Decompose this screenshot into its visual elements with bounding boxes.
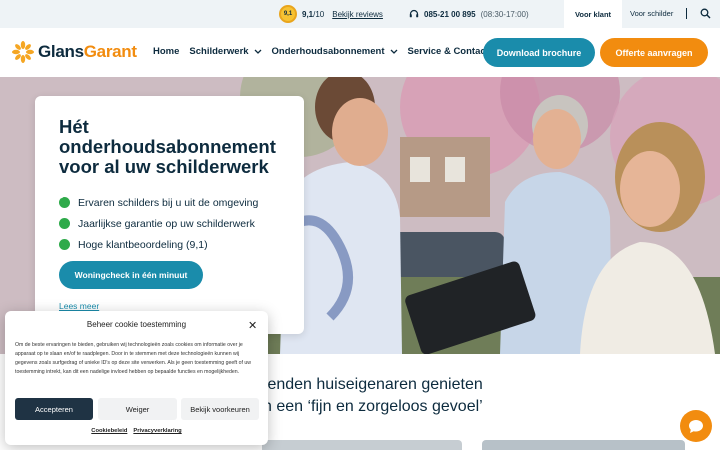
rating-badge-icon: 9,1 [279, 5, 297, 23]
review-photo [482, 440, 685, 450]
check-icon [59, 193, 70, 250]
check-icon [59, 193, 70, 229]
cookiebeleid-link[interactable]: Cookiebeleid [91, 428, 127, 434]
logo[interactable]: GlansGarant [12, 41, 137, 63]
nav-item-onderhoudsabonnement[interactable]: Onderhoudsabonnement [272, 46, 398, 57]
usp-text: Jaarlijkse garantie op uw schilderwerk [78, 217, 255, 230]
topbar-divider [686, 8, 687, 19]
logo-text: GlansGarant [38, 42, 137, 61]
list-item: Hoge klantbeoordeling (9,1) [59, 193, 258, 255]
chevron-down-icon [390, 49, 397, 54]
lees-meer-link[interactable]: Lees meer [59, 301, 99, 311]
hero-card: Hét onderhoudsabonnement voor al uw schi… [35, 96, 304, 334]
usp-list: Ervaren schilders bij u uit de omgeving … [59, 192, 258, 255]
rating-block: 9,1 9,1/10 Bekijk reviews [279, 5, 383, 23]
list-item: Jaarlijkse garantie op uw schilderwerk [59, 193, 258, 234]
cookie-title: Beheer cookie toestemming [86, 320, 187, 329]
nav-item-schilderwerk[interactable]: Schilderwerk [189, 46, 262, 57]
preferences-button[interactable]: Bekijk voorkeuren [181, 398, 259, 420]
main-header: GlansGarant Home Schilderwerk Onderhouds… [0, 28, 720, 76]
close-icon[interactable]: ✕ [248, 319, 257, 332]
cookie-consent-dialog: Beheer cookie toestemming ✕ Om de beste … [5, 311, 268, 445]
chat-button[interactable] [680, 410, 712, 442]
nav-item-home[interactable]: Home [153, 46, 179, 57]
cookie-links: Cookiebeleid Privacyverklaring [5, 428, 268, 434]
testimonial-heading: tenden huiseigenaren genieten n een ‘fij… [263, 376, 483, 415]
accept-button[interactable]: Accepteren [15, 398, 93, 420]
woningcheck-button[interactable]: Woningcheck in één minuut [59, 261, 203, 289]
privacyverklaring-link[interactable]: Privacyverklaring [133, 428, 181, 434]
tab-voor-schilder[interactable]: Voor schilder [630, 9, 673, 18]
deny-button[interactable]: Weiger [98, 398, 177, 420]
list-item: Ervaren schilders bij u uit de omgeving [59, 192, 258, 213]
logo-flower-icon [12, 41, 34, 63]
reviews-link[interactable]: Bekijk reviews [332, 10, 383, 19]
main-nav: Home Schilderwerk Onderhoudsabonnement S… [153, 46, 502, 57]
hero-title: Hét onderhoudsabonnement voor al uw schi… [59, 116, 276, 177]
chat-icon [689, 419, 703, 433]
usp-text: Hoge klantbeoordeling (9,1) [78, 238, 208, 251]
rating-score: 9,1/10 [302, 9, 325, 19]
headset-icon [409, 9, 419, 18]
phone-block[interactable]: 085-21 00 895 (08:30-17:00) [409, 9, 529, 19]
phone-number[interactable]: 085-21 00 895 [424, 10, 476, 19]
search-icon[interactable] [700, 8, 711, 19]
top-bar: 9,1 9,1/10 Bekijk reviews 085-21 00 895 … [0, 0, 720, 28]
download-brochure-button[interactable]: Download brochure [483, 38, 595, 67]
phone-hours: (08:30-17:00) [480, 9, 529, 19]
offerte-aanvragen-button[interactable]: Offerte aanvragen [600, 38, 708, 67]
chevron-down-icon [254, 49, 262, 54]
tab-voor-klant[interactable]: Voor klant [564, 0, 622, 28]
review-photo [262, 440, 462, 450]
cookie-text: Om de beste ervaringen te bieden, gebrui… [15, 342, 252, 375]
usp-text: Ervaren schilders bij u uit de omgeving [78, 196, 259, 209]
